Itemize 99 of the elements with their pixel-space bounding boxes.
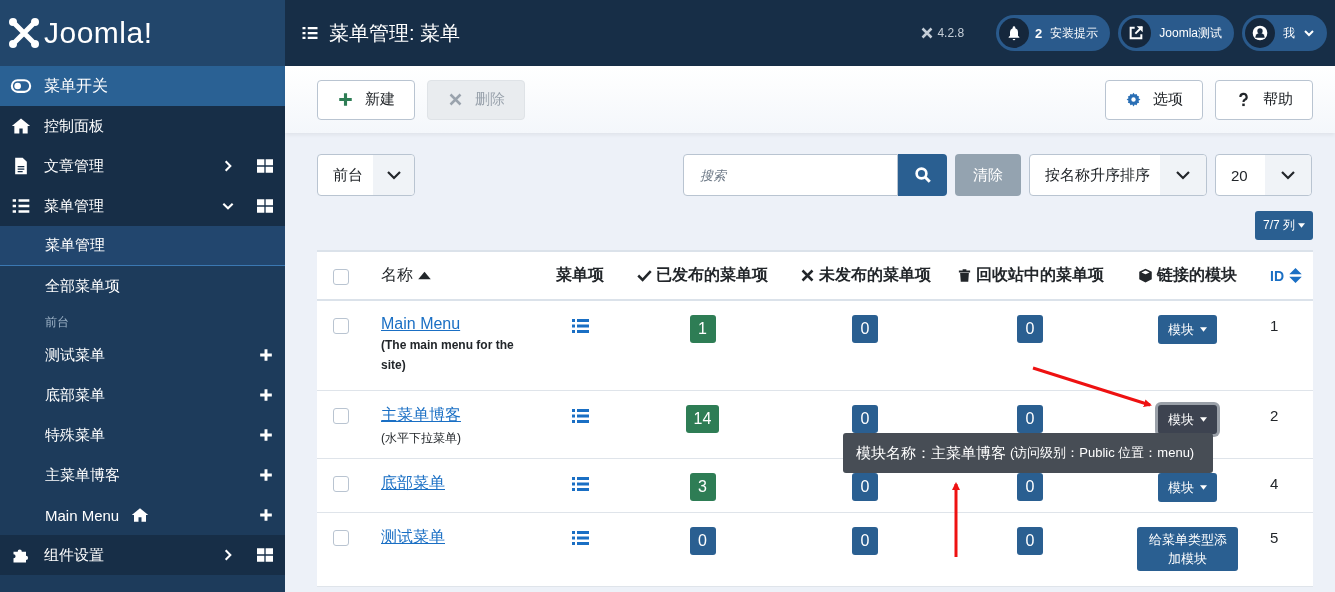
column-header: 菜单项 [556, 265, 604, 285]
logo-text: Joomla! [44, 16, 153, 50]
caret-icon [1280, 170, 1296, 180]
row-checkbox[interactable] [333, 408, 349, 424]
sidebar-item[interactable]: 文章管理 [0, 146, 285, 186]
caret-icon [1200, 417, 1207, 422]
list-icon[interactable] [571, 319, 589, 333]
notifications-button[interactable]: 2 安装提示 [996, 15, 1111, 51]
sidebar-item[interactable]: 菜单管理 [0, 226, 285, 266]
menu-title-link[interactable]: 测试菜单 [381, 527, 445, 548]
modules-dropdown-button[interactable]: 模块 [1158, 315, 1217, 344]
count-badge[interactable]: 0 [1017, 315, 1043, 343]
id-sort-header[interactable]: ID [1270, 267, 1303, 284]
menu-description: (水平下拉菜单) [381, 430, 461, 447]
id-text: 5 [1270, 529, 1279, 546]
dashboard-icon [257, 548, 273, 562]
dashboard-icon [257, 199, 273, 213]
name-sort-header[interactable]: 名称 [381, 265, 432, 286]
user-menu-button[interactable]: 我 [1242, 15, 1327, 51]
id-text: 1 [1270, 317, 1279, 334]
home-icon [10, 116, 32, 136]
dashboard-icon [257, 159, 273, 173]
id-text: 2 [1270, 407, 1279, 424]
sidebar-heading: 前台 [44, 314, 70, 331]
sidebar-item[interactable]: 特殊菜单 [0, 415, 285, 455]
list-icon [10, 196, 32, 216]
new-button[interactable]: 新建 [317, 79, 415, 120]
column-header: 链接的模块 [1157, 265, 1237, 285]
sidebar-item[interactable]: Main Menu [0, 495, 285, 535]
columns-button[interactable]: 7/7 列 [1255, 211, 1313, 240]
plus-icon [337, 92, 353, 107]
sidebar-item[interactable]: 全部菜单项 [0, 266, 285, 306]
count-badge[interactable]: 3 [689, 473, 716, 501]
column-header: 已发布的菜单项 [656, 265, 768, 285]
count-badge[interactable]: 0 [689, 527, 716, 555]
list-icon[interactable] [571, 531, 589, 545]
user-avatar-icon [1252, 25, 1268, 41]
count-badge[interactable]: 14 [685, 405, 720, 433]
menu-description: (The main menu for the site) [381, 337, 515, 374]
modules-dropdown-button[interactable]: 模块 [1158, 473, 1217, 502]
external-link-icon [1128, 25, 1145, 41]
search-field[interactable]: 搜索 [683, 154, 898, 196]
search-icon [913, 166, 932, 184]
sidebar-item[interactable]: 底部菜单 [0, 375, 285, 415]
caret-icon [1200, 327, 1207, 332]
ordering-select[interactable]: 按名称升序排序 [1029, 154, 1207, 196]
sort-icon [1288, 268, 1303, 283]
caret-icon [1175, 170, 1191, 180]
list-icon[interactable] [571, 477, 589, 491]
trash-icon [956, 268, 972, 283]
check-icon [637, 268, 652, 283]
column-header: 回收站中的菜单项 [975, 265, 1104, 285]
list-icon [300, 24, 320, 42]
page-title: 菜单管理: 菜单 [329, 20, 462, 46]
count-badge[interactable]: 0 [852, 473, 878, 501]
toggle-icon [10, 76, 32, 96]
site-link-button[interactable]: Joomla测试 [1118, 15, 1234, 51]
count-badge[interactable]: 0 [852, 315, 878, 343]
count-badge[interactable]: 0 [852, 527, 878, 555]
sidebar-item[interactable]: 控制面板 [0, 106, 285, 146]
search-button[interactable] [898, 154, 947, 196]
client-select[interactable]: 前台 [317, 154, 415, 196]
add-module-button[interactable]: 给菜单类型添加模块 [1137, 527, 1238, 571]
sidebar-item[interactable]: 测试菜单 [0, 335, 285, 375]
joomla-logo-icon [921, 27, 934, 39]
row-checkbox[interactable] [333, 476, 349, 492]
list-icon[interactable] [571, 409, 589, 423]
caret-icon [385, 170, 402, 180]
settings-icon [1125, 92, 1141, 107]
count-badge[interactable]: 0 [1017, 473, 1043, 501]
count-badge[interactable]: 0 [1017, 405, 1043, 433]
limit-select[interactable]: 20 [1215, 154, 1312, 196]
count-badge[interactable]: 1 [689, 315, 716, 343]
caret-icon [1200, 485, 1207, 490]
count-badge[interactable]: 0 [1017, 527, 1043, 555]
chevron-down-icon [1303, 27, 1315, 39]
close-icon [799, 268, 815, 283]
joomla-logo-icon [8, 17, 40, 49]
caret-icon [1298, 223, 1305, 228]
sidebar-item[interactable]: 组件设置 [0, 535, 285, 575]
sidebar-item[interactable]: 主菜单博客 [0, 455, 285, 495]
id-text: 4 [1270, 475, 1279, 492]
sidebar-item[interactable]: 菜单管理 [0, 186, 285, 226]
options-button[interactable]: 选项 [1105, 79, 1203, 120]
row-checkbox[interactable] [333, 318, 349, 334]
modules-dropdown-button[interactable]: 模块 [1158, 405, 1217, 434]
version-text: 4.2.8 [937, 26, 965, 40]
menu-title-link[interactable]: 主菜单博客 [381, 405, 461, 426]
cube-icon [1138, 268, 1153, 283]
menu-title-link[interactable]: 底部菜单 [381, 473, 445, 494]
count-badge[interactable]: 0 [852, 405, 878, 433]
select-all-checkbox[interactable] [333, 269, 349, 285]
tooltip: 模块名称：主菜单博客 (访问级别：Public 位置：menu) [843, 433, 1213, 473]
column-header: 未发布的菜单项 [818, 265, 931, 285]
help-button[interactable]: 帮助 [1215, 79, 1313, 120]
menu-toggle[interactable]: 菜单开关 [0, 66, 285, 106]
menu-title-link[interactable]: Main Menu [381, 315, 461, 333]
row-checkbox[interactable] [333, 530, 349, 546]
close-icon [447, 92, 463, 107]
